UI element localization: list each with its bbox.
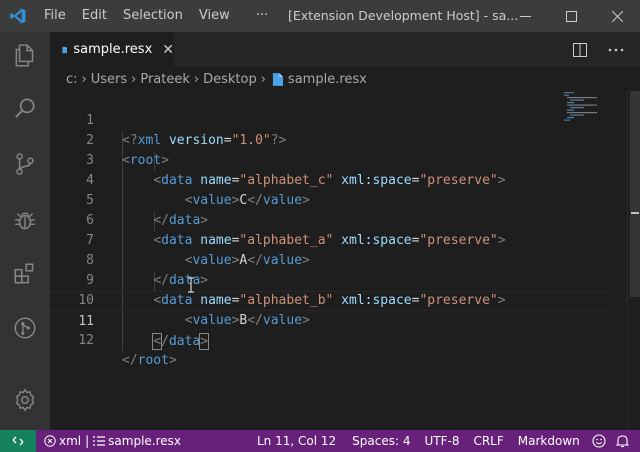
bell-icon <box>615 435 629 448</box>
cursor-position-status[interactable]: Ln 11, Col 12 <box>252 430 341 452</box>
git-graph-icon <box>14 317 36 339</box>
search-button[interactable] <box>0 84 50 132</box>
tab-close-icon[interactable]: ✕ <box>162 42 174 58</box>
feedback-button[interactable] <box>587 430 611 452</box>
eol-status[interactable]: CRLF <box>468 430 508 452</box>
code-line: 10 <value>B</value> <box>50 271 610 328</box>
breadcrumb-item-users[interactable]: Users <box>91 72 127 87</box>
menu-selection[interactable]: Selection <box>115 0 191 32</box>
source-control-button[interactable] <box>0 140 50 188</box>
code-editor[interactable]: 1 <?xml version="1.0"?> 2 <root> 3 <data… <box>50 91 640 430</box>
close-icon <box>611 10 623 22</box>
tab-sample-resx[interactable]: sample.resx ✕ <box>50 32 174 67</box>
menu-bar: File Edit Selection View ··· <box>36 0 276 32</box>
manage-button[interactable] <box>0 376 50 424</box>
debug-icon <box>15 212 35 230</box>
maximize-button[interactable] <box>548 0 594 32</box>
code-line: 5 </data> <box>50 171 610 228</box>
breadcrumb-separator: › <box>81 71 87 87</box>
problems-status[interactable]: xml | sample.resx <box>36 430 186 452</box>
status-bar: xml | sample.resx Ln 11, Col 12 Spaces: … <box>0 430 640 452</box>
vscode-logo-icon <box>0 0 36 32</box>
error-icon <box>44 435 56 447</box>
breadcrumb-file-icon <box>272 72 283 86</box>
remote-icon <box>12 436 24 446</box>
code-line: 8 </data> <box>50 231 610 288</box>
text-cursor-icon <box>188 277 194 293</box>
smiley-icon <box>592 434 606 448</box>
symbol-list-icon <box>93 436 106 446</box>
minimap[interactable] <box>562 91 626 121</box>
vertical-scrollbar[interactable] <box>627 91 640 430</box>
breadcrumb-separator: › <box>193 71 200 87</box>
code-line-active: 11 </data> <box>50 291 610 350</box>
code-line: 12 </root> <box>50 311 610 368</box>
remote-button[interactable] <box>0 430 36 452</box>
menu-file[interactable]: File <box>36 0 74 32</box>
breadcrumb: c: › Users › Prateek › Desktop › sample.… <box>50 67 640 91</box>
code-line: 6 <data name="alphabet_a" xml:space="pre… <box>50 191 610 248</box>
indentation-status[interactable]: Spaces: 4 <box>347 430 415 452</box>
code-line: 2 <root> <box>50 111 610 168</box>
code-line: 1 <?xml version="1.0"?> <box>50 91 610 148</box>
code-line: 7 <value>A</value> <box>50 211 610 268</box>
source-control-icon <box>16 153 34 175</box>
notifications-button[interactable] <box>611 430 634 452</box>
breadcrumb-item-prateek[interactable]: Prateek <box>140 72 190 87</box>
line-number: 12 <box>78 333 94 348</box>
more-actions-button[interactable] <box>602 32 630 67</box>
git-graph-button[interactable] <box>0 304 50 352</box>
minimize-icon <box>519 15 531 17</box>
breadcrumb-item-drive[interactable]: c: <box>66 72 78 87</box>
encoding-status[interactable]: UTF-8 <box>419 430 464 452</box>
breadcrumb-item-desktop[interactable]: Desktop <box>203 72 257 87</box>
close-window-button[interactable] <box>594 0 640 32</box>
file-icon <box>62 46 68 53</box>
extensions-button[interactable] <box>0 250 50 298</box>
more-icon <box>608 48 624 51</box>
file-symbol-label: sample.resx <box>108 434 182 448</box>
scrollbar-thumb[interactable] <box>630 91 640 297</box>
code-line: 3 <data name="alphabet_c" xml:space="pre… <box>50 131 610 188</box>
files-icon <box>15 44 34 67</box>
split-editor-icon <box>573 42 587 57</box>
menu-view[interactable]: View <box>191 0 238 32</box>
maximize-icon <box>565 10 577 22</box>
menu-more[interactable]: ··· <box>248 0 276 32</box>
search-icon <box>15 98 35 118</box>
debug-button[interactable] <box>0 196 50 244</box>
menu-edit[interactable]: Edit <box>74 0 115 32</box>
breadcrumb-item-file[interactable]: sample.resx <box>288 72 367 87</box>
tab-label: sample.resx <box>73 42 153 57</box>
tab-bar: sample.resx ✕ <box>50 32 640 67</box>
problems-label: xml <box>59 434 82 448</box>
breadcrumb-separator: › <box>131 71 137 87</box>
explorer-button[interactable] <box>0 32 50 80</box>
cursor-position-marker <box>631 212 639 214</box>
activity-bar <box>0 32 50 430</box>
code-line: 9 <data name="alphabet_b" xml:space="pre… <box>50 251 610 308</box>
settings-gear-icon <box>15 388 35 412</box>
window-title: [Extension Development Host] - sa... <box>288 8 519 23</box>
breadcrumb-separator: › <box>260 71 266 87</box>
split-editor-button[interactable] <box>566 32 594 67</box>
title-bar: File Edit Selection View ··· [Extension … <box>0 0 640 32</box>
minimize-button[interactable] <box>502 0 548 32</box>
extensions-icon <box>14 263 34 284</box>
status-separator: | <box>85 434 90 448</box>
code-line: 4 <value>C</value> <box>50 151 610 208</box>
language-mode-status[interactable]: Markdown <box>513 430 585 452</box>
